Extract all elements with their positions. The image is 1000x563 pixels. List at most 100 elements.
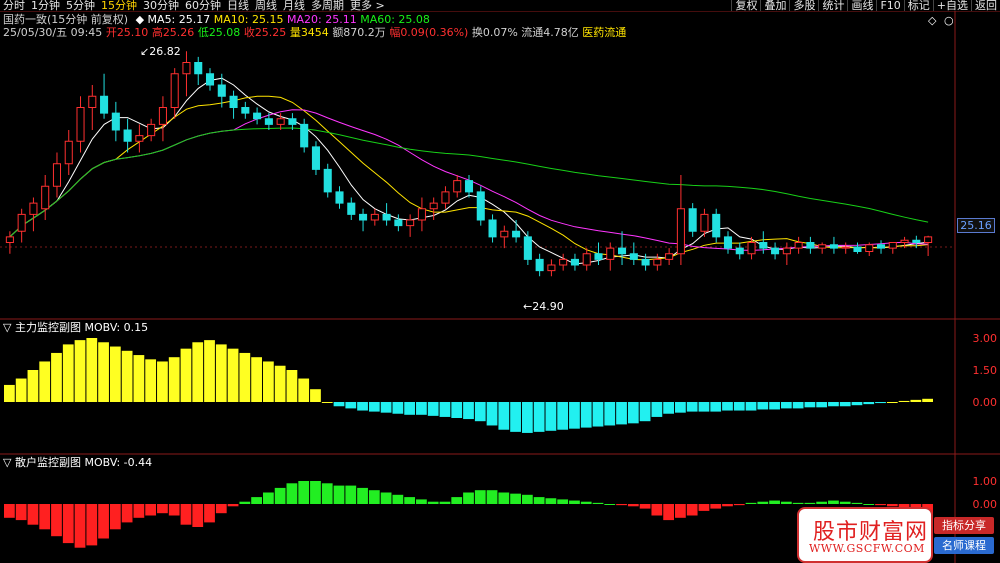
- diamond-icon[interactable]: ◆: [136, 13, 144, 26]
- mobv-retail-bar: [686, 504, 698, 516]
- candle: [723, 231, 733, 254]
- candle: [429, 197, 438, 220]
- mobv-retail-bar: [474, 490, 486, 504]
- mobv-main-bar: [675, 402, 686, 413]
- open-label: 开: [105, 26, 117, 39]
- tab-9[interactable]: 多周期: [308, 0, 347, 11]
- watermark-box: 股市财富网 WWW.GSCFW.COM: [797, 507, 933, 563]
- mid-panel-title[interactable]: 主力监控副图: [15, 321, 81, 334]
- candle: [794, 236, 803, 254]
- mobv-main-bar: [710, 402, 722, 412]
- chevron-down-icon[interactable]: ▽: [3, 456, 11, 469]
- tab-3[interactable]: 15分钟: [98, 0, 140, 11]
- mobv-retail-bar: [274, 487, 286, 504]
- bottom-legend: ▽ 散户监控副图 MOBV: -0.44: [3, 456, 152, 469]
- candle-body: [311, 146, 320, 170]
- mobv-retail-bar: [698, 504, 710, 511]
- mobv-retail-bar: [427, 501, 439, 504]
- mobv-retail-bar: [510, 493, 521, 504]
- diamond-icon[interactable]: ◇: [928, 14, 936, 27]
- toolbar-button-5[interactable]: F10: [876, 0, 903, 11]
- tab-6[interactable]: 日线: [224, 0, 252, 11]
- candle: [76, 96, 85, 153]
- tab-10[interactable]: 更多 >: [347, 0, 388, 11]
- candle: [370, 208, 379, 226]
- mobv-main-bar: [804, 402, 816, 408]
- mid-y-tick: 1.50: [973, 364, 998, 377]
- toolbar-button-7[interactable]: +自选: [932, 0, 971, 11]
- circle-icon[interactable]: ○: [944, 14, 954, 27]
- tab-5[interactable]: 60分钟: [182, 0, 224, 11]
- tab-0[interactable]: 分时: [0, 0, 28, 11]
- quote-line: 25/05/30/五 09:45 开25.10 高25.26 低25.08 收2…: [3, 26, 626, 39]
- mobv-main-bar: [616, 402, 627, 425]
- candle: [394, 214, 403, 232]
- mobv-retail-bar: [533, 497, 545, 504]
- tab-4[interactable]: 30分钟: [140, 0, 182, 11]
- mobv-main-bar: [251, 357, 262, 402]
- mobv-retail-bar: [321, 483, 333, 504]
- toolbar-button-3[interactable]: 统计: [818, 0, 847, 11]
- mobv-main-bar: [839, 402, 851, 407]
- mobv-retail-bar: [180, 504, 192, 525]
- mobv-retail-bar: [639, 504, 651, 509]
- high-value: 25.26: [162, 26, 195, 39]
- mobv-main-bar: [769, 402, 780, 410]
- mobv-retail-bar: [157, 504, 168, 514]
- mobv-retail-bar: [557, 499, 569, 504]
- toolbar-button-0[interactable]: 复权: [731, 0, 760, 11]
- mobv-main-bar: [875, 402, 886, 404]
- tab-8[interactable]: 月线: [280, 0, 308, 11]
- candle-body: [700, 213, 709, 232]
- bottom-panel-title[interactable]: 散户监控副图: [15, 456, 81, 469]
- candle: [135, 124, 144, 153]
- mobv-main-bar: [910, 399, 922, 402]
- candle: [64, 130, 73, 175]
- tab-1[interactable]: 1分钟: [28, 0, 63, 11]
- mobv-main-bar: [51, 352, 62, 402]
- mobv-main-bar: [39, 361, 51, 402]
- mobv-main-bar: [922, 398, 933, 402]
- mobv-main-bar: [439, 402, 451, 417]
- main-legend: 国药一致(15分钟 前复权) ◆ MA5: 25.17 MA10: 25.15 …: [3, 13, 430, 26]
- mobv-retail-bar: [745, 502, 757, 504]
- toolbar-button-1[interactable]: 叠加: [760, 0, 789, 11]
- mobv-retail-bar: [333, 485, 345, 504]
- mobv-main-bar: [310, 389, 321, 402]
- mobv-main-bar: [627, 402, 639, 424]
- stock-chart[interactable]: 3.001.500.001.000.00: [0, 0, 1000, 563]
- tab-2[interactable]: 5分钟: [63, 0, 98, 11]
- candle: [512, 220, 521, 243]
- candle-body: [912, 239, 921, 243]
- mobv-main-bar: [886, 402, 898, 403]
- candle-body: [394, 219, 403, 227]
- candle-body: [924, 236, 933, 243]
- toolbar-button-2[interactable]: 多股: [789, 0, 818, 11]
- mobv-retail-bar: [792, 502, 804, 504]
- candle-body: [300, 123, 309, 148]
- mobv-main-bar: [651, 402, 663, 417]
- toolbar-button-8[interactable]: 返回: [971, 0, 1000, 11]
- mobv-main-bar: [27, 370, 39, 402]
- mobv-main-bar: [486, 402, 498, 426]
- tab-7[interactable]: 周线: [252, 0, 280, 11]
- chevron-down-icon[interactable]: ▽: [3, 321, 11, 334]
- candle-body: [759, 242, 768, 249]
- candle-body: [288, 118, 297, 125]
- mobv-retail-bar: [733, 504, 745, 506]
- candle: [523, 231, 532, 265]
- mobv-main-bar: [4, 384, 15, 402]
- watermark-tag-course: 名师课程: [934, 537, 994, 554]
- mobv-main-bar: [416, 402, 427, 415]
- mobv-main-bar: [227, 348, 239, 402]
- mobv-main-bar: [145, 359, 157, 402]
- candle: [29, 197, 38, 232]
- toolbar-button-4[interactable]: 画线: [847, 0, 876, 11]
- mobv-main-bar: [780, 402, 792, 409]
- candle: [41, 175, 50, 220]
- candle-body: [806, 242, 815, 249]
- candle-body: [688, 208, 697, 232]
- toolbar-button-6[interactable]: 标记: [903, 0, 933, 11]
- candle-body: [100, 95, 109, 114]
- sector-link[interactable]: 医药流通: [582, 26, 626, 39]
